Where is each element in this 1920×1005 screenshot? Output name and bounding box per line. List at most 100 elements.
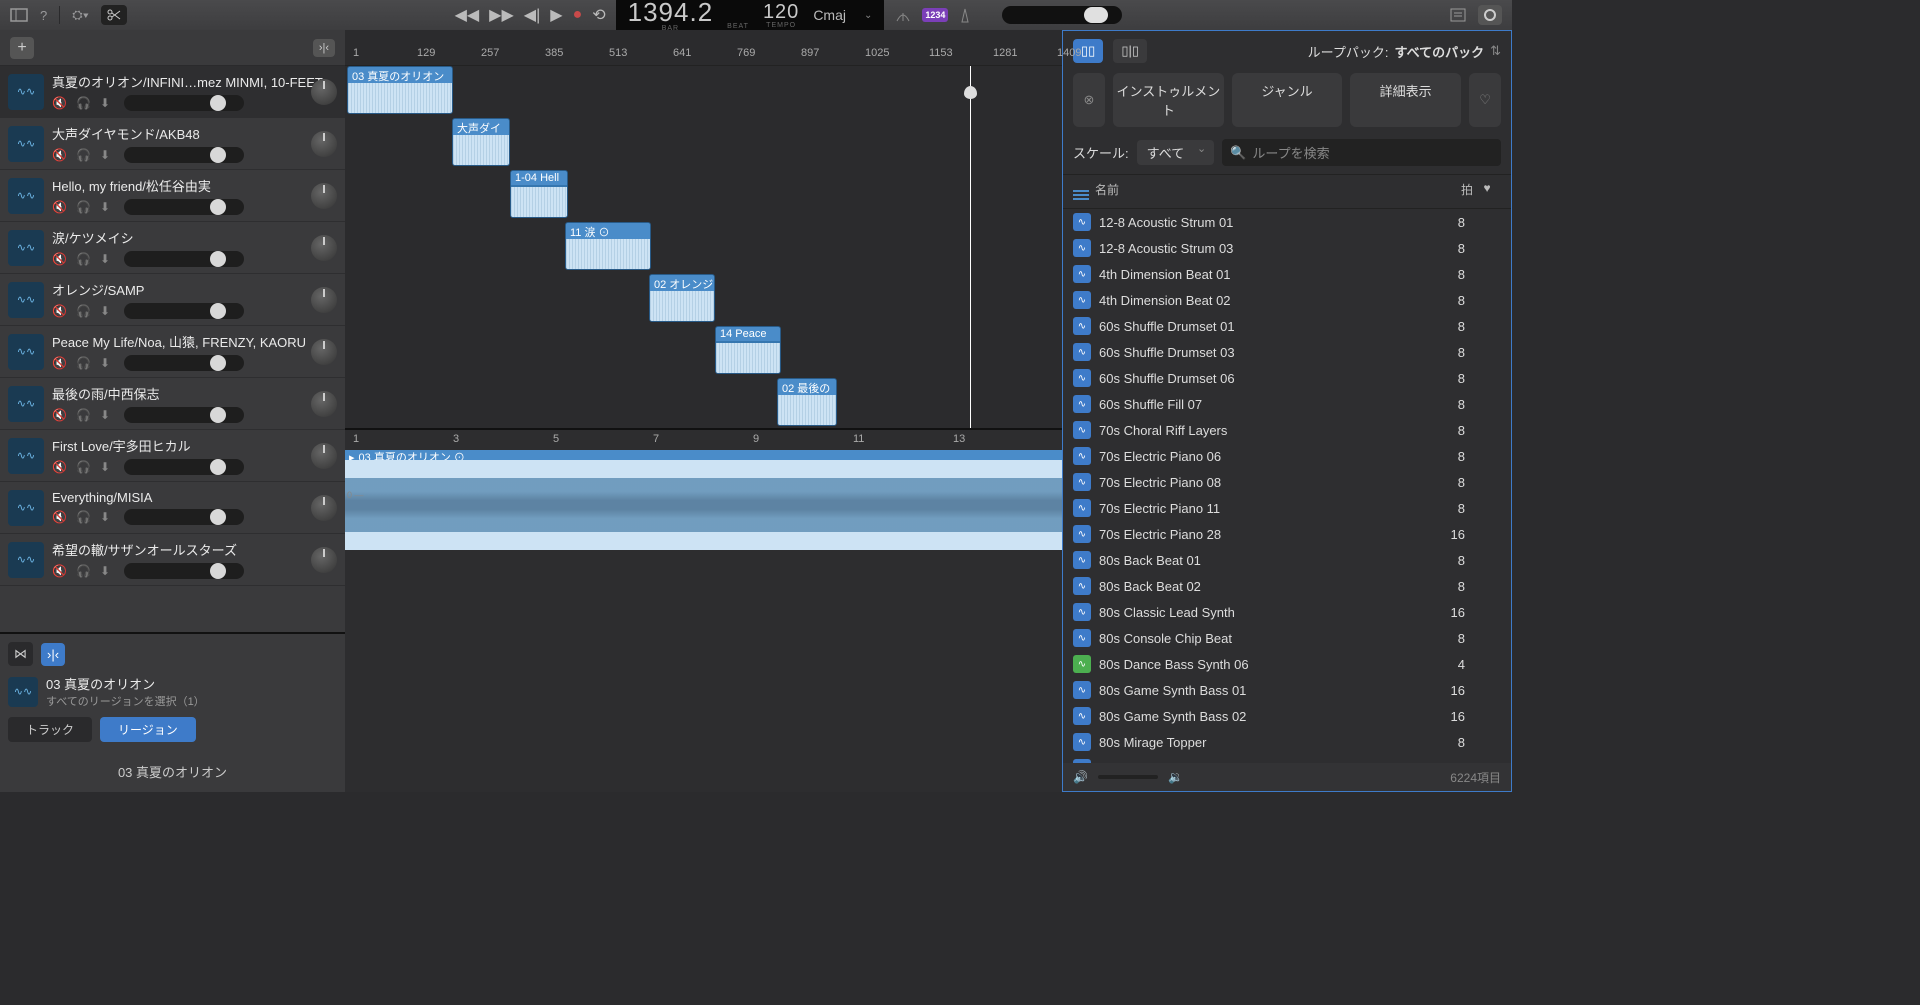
arrange-area[interactable]: 11292573855136417698971025115312811409 0… — [345, 30, 1062, 792]
mute-button[interactable]: 🔇 — [52, 148, 68, 162]
track-row[interactable]: ∿∿ First Love/宇多田ヒカル 🔇 🎧 ⬇ — [0, 430, 345, 482]
audio-region[interactable]: 大声ダイ — [452, 118, 510, 166]
collapse-button[interactable]: ›|‹ — [313, 39, 335, 57]
track-row[interactable]: ∿∿ 希望の轍/サザンオールスターズ 🔇 🎧 ⬇ — [0, 534, 345, 586]
tab-region[interactable]: リージョン — [100, 717, 196, 742]
loop-search-input[interactable]: 🔍 ループを検索 — [1222, 139, 1501, 166]
audio-region[interactable]: 02 オレンジ — [649, 274, 715, 322]
input-button[interactable]: ⬇ — [100, 252, 116, 266]
scissors-tool[interactable] — [101, 5, 127, 25]
loop-row[interactable]: ∿ 60s Shuffle Drumset 06 8 — [1063, 365, 1511, 391]
pack-select[interactable]: すべてのパック — [1395, 42, 1485, 61]
pan-knob[interactable] — [311, 79, 337, 105]
lcd-dropdown-icon[interactable]: ⌄ — [860, 10, 872, 21]
volume-slider[interactable] — [124, 251, 244, 267]
input-button[interactable]: ⬇ — [100, 460, 116, 474]
audio-region[interactable]: 14 Peace — [715, 326, 781, 374]
pan-knob[interactable] — [311, 495, 337, 521]
tuner-icon[interactable] — [894, 7, 912, 23]
loop-row[interactable]: ∿ 80s Back Beat 01 8 — [1063, 547, 1511, 573]
pan-knob[interactable] — [311, 391, 337, 417]
input-button[interactable]: ⬇ — [100, 564, 116, 578]
pan-knob[interactable] — [311, 339, 337, 365]
play-button[interactable]: ▶ — [550, 5, 562, 25]
track-row[interactable]: ∿∿ 涙/ケツメイシ 🔇 🎧 ⬇ — [0, 222, 345, 274]
headphone-button[interactable]: 🎧 — [76, 510, 92, 524]
add-track-button[interactable]: + — [10, 37, 34, 59]
mute-button[interactable]: 🔇 — [52, 460, 68, 474]
input-button[interactable]: ⬇ — [100, 304, 116, 318]
tab-track[interactable]: トラック — [8, 717, 92, 742]
loop-row[interactable]: ∿ 60s Shuffle Fill 07 8 — [1063, 391, 1511, 417]
help-icon[interactable]: ? — [40, 8, 47, 23]
input-button[interactable]: ⬇ — [100, 356, 116, 370]
track-row[interactable]: ∿∿ オレンジ/SAMP 🔇 🎧 ⬇ — [0, 274, 345, 326]
loop-row[interactable]: ∿ 80s Dance Bass Synth 06 4 — [1063, 651, 1511, 677]
notepad-icon[interactable] — [1450, 8, 1466, 22]
headphone-button[interactable]: 🎧 — [76, 252, 92, 266]
filter-genre[interactable]: ジャンル — [1232, 73, 1343, 127]
count-in-badge[interactable]: 1234 — [922, 8, 948, 22]
loop-row[interactable]: ∿ 80s Game Synth Bass 02 16 — [1063, 703, 1511, 729]
rewind-button[interactable]: ◀◀ — [455, 5, 480, 25]
volume-slider[interactable] — [124, 355, 244, 371]
mute-button[interactable]: 🔇 — [52, 356, 68, 370]
headphone-button[interactable]: 🎧 — [76, 564, 92, 578]
loop-row[interactable]: ∿ 4th Dimension Beat 02 8 — [1063, 287, 1511, 313]
view-column-button[interactable]: ▯|▯ — [1113, 39, 1147, 63]
headphone-button[interactable]: 🎧 — [76, 148, 92, 162]
clear-filter-button[interactable]: ⊗ — [1073, 73, 1105, 127]
loop-row[interactable]: ∿ 60s Shuffle Drumset 01 8 — [1063, 313, 1511, 339]
loop-browser-button[interactable] — [1478, 5, 1502, 25]
headphone-button[interactable]: 🎧 — [76, 460, 92, 474]
record-button[interactable]: ● — [573, 6, 583, 24]
loop-row[interactable]: ∿ 4th Dimension Beat 01 8 — [1063, 261, 1511, 287]
volume-slider[interactable] — [124, 95, 244, 111]
editor-tool1[interactable]: ⋈ — [8, 642, 33, 666]
volume-slider[interactable] — [124, 407, 244, 423]
volume-slider[interactable] — [124, 303, 244, 319]
audio-region[interactable]: 02 最後の — [777, 378, 837, 426]
mute-button[interactable]: 🔇 — [52, 96, 68, 110]
volume-slider[interactable] — [124, 509, 244, 525]
audio-region[interactable]: 03 真夏のオリオン — [347, 66, 453, 114]
filter-detail[interactable]: 詳細表示 — [1350, 73, 1461, 127]
preview-play-icon[interactable]: 🔊 — [1073, 770, 1088, 784]
loop-row[interactable]: ∿ 60s Shuffle Drumset 03 8 — [1063, 339, 1511, 365]
volume-slider[interactable] — [124, 459, 244, 475]
loop-row[interactable]: ∿ 70s Electric Piano 08 8 — [1063, 469, 1511, 495]
preview-volume[interactable] — [1098, 775, 1158, 779]
stop-button[interactable]: ◀| — [524, 5, 540, 25]
pan-knob[interactable] — [311, 287, 337, 313]
mute-button[interactable]: 🔇 — [52, 304, 68, 318]
loop-row[interactable]: ∿ 80s Mirage Topper 8 — [1063, 729, 1511, 755]
filter-instrument[interactable]: インストゥルメント — [1113, 73, 1224, 127]
mute-button[interactable]: 🔇 — [52, 200, 68, 214]
headphone-button[interactable]: 🎧 — [76, 96, 92, 110]
playhead[interactable] — [970, 66, 971, 428]
editor-tool2[interactable]: ›|‹ — [41, 643, 65, 666]
timeline-ruler[interactable]: 11292573855136417698971025115312811409 — [345, 30, 1062, 66]
loop-row[interactable]: ∿ 70s Choral Riff Layers 8 — [1063, 417, 1511, 443]
loop-row[interactable]: ∿ 80s Game Synth Bass 01 16 — [1063, 677, 1511, 703]
track-row[interactable]: ∿∿ Peace My Life/Noa, 山猿, FRENZY, KAORU … — [0, 326, 345, 378]
col-type-icon[interactable] — [1073, 181, 1095, 202]
pan-knob[interactable] — [311, 131, 337, 157]
audio-region[interactable]: 11 涙 ⊙ — [565, 222, 651, 270]
pan-knob[interactable] — [311, 547, 337, 573]
headphone-button[interactable]: 🎧 — [76, 408, 92, 422]
volume-slider[interactable] — [124, 199, 244, 215]
editor-ruler[interactable]: 135791113 — [345, 430, 1062, 450]
loop-list[interactable]: ∿ 12-8 Acoustic Strum 01 8 ∿ 12-8 Acoust… — [1063, 209, 1511, 763]
track-row[interactable]: ∿∿ 真夏のオリオン/INFINI…mez MINMI, 10-FEET 🔇 🎧… — [0, 66, 345, 118]
pan-knob[interactable] — [311, 235, 337, 261]
input-button[interactable]: ⬇ — [100, 96, 116, 110]
track-row[interactable]: ∿∿ 最後の雨/中西保志 🔇 🎧 ⬇ — [0, 378, 345, 430]
loop-row[interactable]: ∿ 70s Electric Piano 06 8 — [1063, 443, 1511, 469]
track-row[interactable]: ∿∿ 大声ダイヤモンド/AKB48 🔇 🎧 ⬇ — [0, 118, 345, 170]
track-row[interactable]: ∿∿ Everything/MISIA 🔇 🎧 ⬇ — [0, 482, 345, 534]
loop-row[interactable]: ∿ 12-8 Acoustic Strum 01 8 — [1063, 209, 1511, 235]
metronome-icon[interactable] — [958, 7, 972, 23]
mute-button[interactable]: 🔇 — [52, 510, 68, 524]
headphone-button[interactable]: 🎧 — [76, 200, 92, 214]
